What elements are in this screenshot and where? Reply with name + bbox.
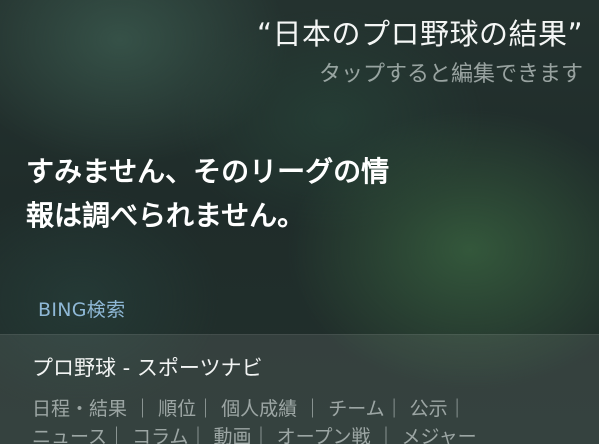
siri-query[interactable]: “日本のプロ野球の結果” タップすると編集できます xyxy=(257,14,583,90)
result-sublinks-row-1[interactable]: 日程・結果 ｜ 順位｜ 個人成績 ｜ チーム｜ 公示｜ xyxy=(32,395,592,423)
response-line-1: すみません、そのリーグの情 xyxy=(26,155,390,188)
response-line-2: 報は調べられません。 xyxy=(26,199,306,232)
query-text[interactable]: “日本のプロ野球の結果” xyxy=(257,14,583,54)
result-sublinks-row-2[interactable]: ニュース｜ コラム｜ 動画｜ オープン戦 ｜ メジャー xyxy=(32,423,592,444)
result-title[interactable]: プロ野球 - スポーツナビ xyxy=(32,354,263,382)
bing-search-label: BING検索 xyxy=(38,299,126,321)
result-sublinks: 日程・結果 ｜ 順位｜ 個人成績 ｜ チーム｜ 公示｜ ニュース｜ コラム｜ 動… xyxy=(32,395,592,444)
edit-hint: タップすると編集できます xyxy=(318,62,583,87)
search-result-card[interactable]: プロ野球 - スポーツナビ 日程・結果 ｜ 順位｜ 個人成績 ｜ チーム｜ 公示… xyxy=(0,334,599,444)
siri-response: すみません、そのリーグの情 報は調べられません。 xyxy=(26,150,506,238)
